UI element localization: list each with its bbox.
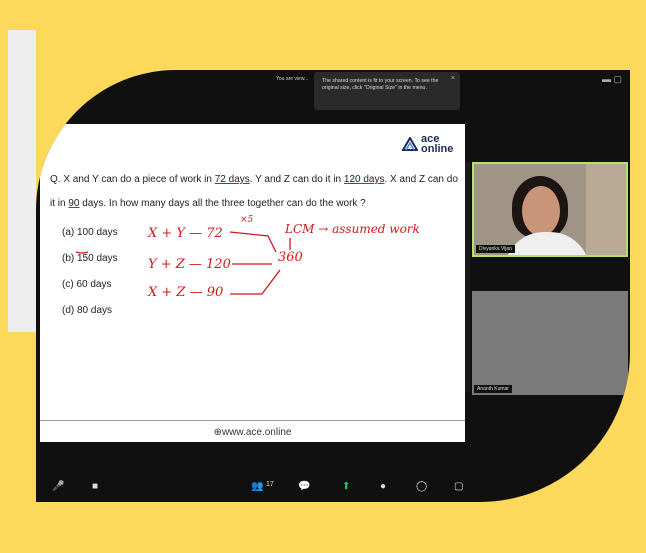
globe-icon: ⊕ xyxy=(213,427,222,438)
participant-name: Divyanka Vijan xyxy=(476,245,515,253)
close-icon[interactable]: × xyxy=(451,75,455,82)
left-panel-strip xyxy=(8,30,36,332)
gallery-divider[interactable] xyxy=(465,162,470,392)
meeting-window: You are view... The shared content is fi… xyxy=(36,70,630,502)
hand-line-3 xyxy=(230,269,281,295)
participants-icon[interactable]: 👥 xyxy=(251,481,263,492)
hand-row3: X + Z — 90 xyxy=(147,285,223,300)
window-controls-icon[interactable]: ▬ ▢ xyxy=(602,74,622,85)
shared-slide: ace online Q. X and Y can do a piece of … xyxy=(40,124,465,442)
hand-total: 360 xyxy=(278,250,303,265)
video-background xyxy=(586,164,626,255)
fit-screen-tooltip: The shared content is fit to your screen… xyxy=(314,72,460,110)
participant-name: Ananth Kumar xyxy=(474,385,512,393)
apps-icon[interactable]: ▢ xyxy=(454,481,463,492)
mic-icon[interactable]: 🎤 xyxy=(52,481,64,492)
hand-lcm: LCM → assumed work xyxy=(284,222,420,236)
hand-row2: Y + Z — 120 xyxy=(148,257,231,272)
video-icon[interactable]: ■ xyxy=(92,481,98,492)
person-face xyxy=(522,186,560,236)
view-notice: You are view... xyxy=(276,76,309,82)
chat-icon[interactable]: 💬 xyxy=(298,481,310,492)
hand-row1: X + Y — 72 xyxy=(147,226,223,241)
slide-footer: ⊕www.ace.online xyxy=(40,420,465,438)
handwriting-layer: X + Y — 72 Y + Z — 120 X + Z — 90 ×5 LCM… xyxy=(75,215,420,300)
hand-underline-90 xyxy=(75,251,89,254)
reactions-icon[interactable]: ◯ xyxy=(416,481,427,492)
share-screen-icon[interactable]: ⬆ xyxy=(342,481,350,492)
hand-mark: ×5 xyxy=(240,215,254,225)
tooltip-text: The shared content is fit to your screen… xyxy=(322,78,439,91)
footer-url: www.ace.online xyxy=(221,427,292,438)
person-body xyxy=(504,232,590,255)
record-icon[interactable]: ● xyxy=(380,481,386,492)
meeting-toolbar: 🎤 ■ 👥 17 💬 ⬆ ● ◯ ▢ xyxy=(36,470,630,502)
speaker-video[interactable]: Divyanka Vijan xyxy=(472,162,628,257)
hand-line-1 xyxy=(229,231,277,253)
participant-video[interactable]: Ananth Kumar xyxy=(472,291,628,395)
participants-count: 17 xyxy=(266,481,274,488)
